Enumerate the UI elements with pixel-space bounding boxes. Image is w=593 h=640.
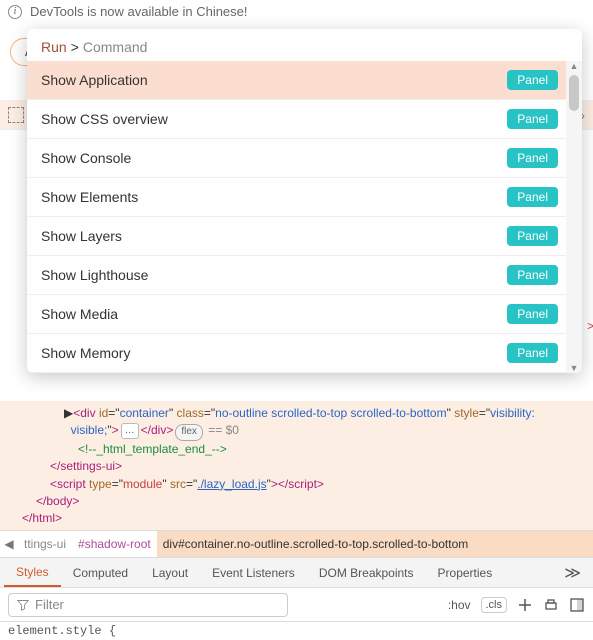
breadcrumb: ◀ ttings-ui #shadow-root div#container.n… (0, 530, 593, 558)
banner-text: DevTools is now available in Chinese! (30, 4, 248, 19)
command-item[interactable]: Show Console Panel (27, 139, 582, 178)
tab-event-listeners[interactable]: Event Listeners (200, 558, 307, 587)
computed-toggle-icon[interactable] (569, 597, 585, 613)
filter-placeholder: Filter (35, 597, 64, 612)
more-tabs-icon[interactable]: ≫ (556, 563, 589, 583)
command-item[interactable]: Show Lighthouse Panel (27, 256, 582, 295)
command-item-label: Show Console (41, 150, 131, 166)
breadcrumb-item-active[interactable]: div#container.no-outline.scrolled-to-top… (157, 531, 593, 557)
panel-badge: Panel (507, 109, 558, 129)
hov-toggle[interactable]: :hov (448, 598, 471, 612)
panel-badge: Panel (507, 187, 558, 207)
panel-badge: Panel (507, 265, 558, 285)
command-item[interactable]: Show Memory Panel (27, 334, 582, 373)
command-prompt-row: Run > Command (27, 29, 582, 61)
command-menu: Run > Command Show Application Panel Sho… (27, 29, 582, 373)
filter-input[interactable]: Filter (8, 593, 288, 617)
elements-source[interactable]: ▶<div id="container" class="no-outline s… (0, 401, 593, 530)
command-item[interactable]: Show CSS overview Panel (27, 100, 582, 139)
ellipsis-icon[interactable]: … (121, 423, 139, 440)
flex-badge[interactable]: flex (175, 424, 203, 441)
breadcrumb-item[interactable]: ttings-ui (18, 531, 72, 557)
command-item-label: Show Application (41, 72, 148, 88)
breadcrumb-back-icon[interactable]: ◀ (0, 531, 18, 557)
styles-tabbar: Styles Computed Layout Event Listeners D… (0, 558, 593, 588)
command-item-label: Show Layers (41, 228, 122, 244)
info-icon: i (8, 5, 22, 19)
tab-layout[interactable]: Layout (140, 558, 200, 587)
tab-properties[interactable]: Properties (426, 558, 505, 587)
scroll-up-icon[interactable]: ▲ (566, 61, 582, 71)
tab-computed[interactable]: Computed (61, 558, 140, 587)
element-style-rule[interactable]: element.style { (0, 622, 124, 640)
tab-styles[interactable]: Styles (4, 558, 61, 587)
command-input[interactable]: Command (83, 39, 148, 55)
print-media-icon[interactable] (543, 597, 559, 613)
command-item-label: Show Lighthouse (41, 267, 148, 283)
command-list: Show Application Panel Show CSS overview… (27, 61, 582, 373)
command-item-label: Show Media (41, 306, 118, 322)
panel-badge: Panel (507, 148, 558, 168)
devtools-banner: i DevTools is now available in Chinese! (0, 0, 593, 23)
prompt-gt: > (71, 39, 79, 55)
panel-badge: Panel (507, 304, 558, 324)
run-label: Run (41, 39, 67, 55)
breadcrumb-shadow-root[interactable]: #shadow-root (72, 531, 157, 557)
filter-icon (17, 599, 29, 611)
stray-char: > (587, 320, 593, 334)
command-item[interactable]: Show Media Panel (27, 295, 582, 334)
panel-badge: Panel (507, 70, 558, 90)
command-item-label: Show CSS overview (41, 111, 168, 127)
plus-icon[interactable] (517, 597, 533, 613)
tab-dom-breakpoints[interactable]: DOM Breakpoints (307, 558, 426, 587)
styles-filter-bar: Filter :hov .cls (0, 588, 593, 622)
cls-toggle[interactable]: .cls (481, 597, 508, 613)
panel-badge: Panel (507, 226, 558, 246)
command-item[interactable]: Show Elements Panel (27, 178, 582, 217)
scrollbar[interactable]: ▲ ▼ (566, 61, 582, 373)
panel-badge: Panel (507, 343, 558, 363)
command-item[interactable]: Show Application Panel (27, 61, 582, 100)
inspect-icon[interactable] (8, 107, 24, 123)
command-item-label: Show Memory (41, 345, 130, 361)
command-item-label: Show Elements (41, 189, 138, 205)
scroll-thumb[interactable] (569, 75, 579, 111)
command-item[interactable]: Show Layers Panel (27, 217, 582, 256)
scroll-down-icon[interactable]: ▼ (566, 363, 582, 373)
